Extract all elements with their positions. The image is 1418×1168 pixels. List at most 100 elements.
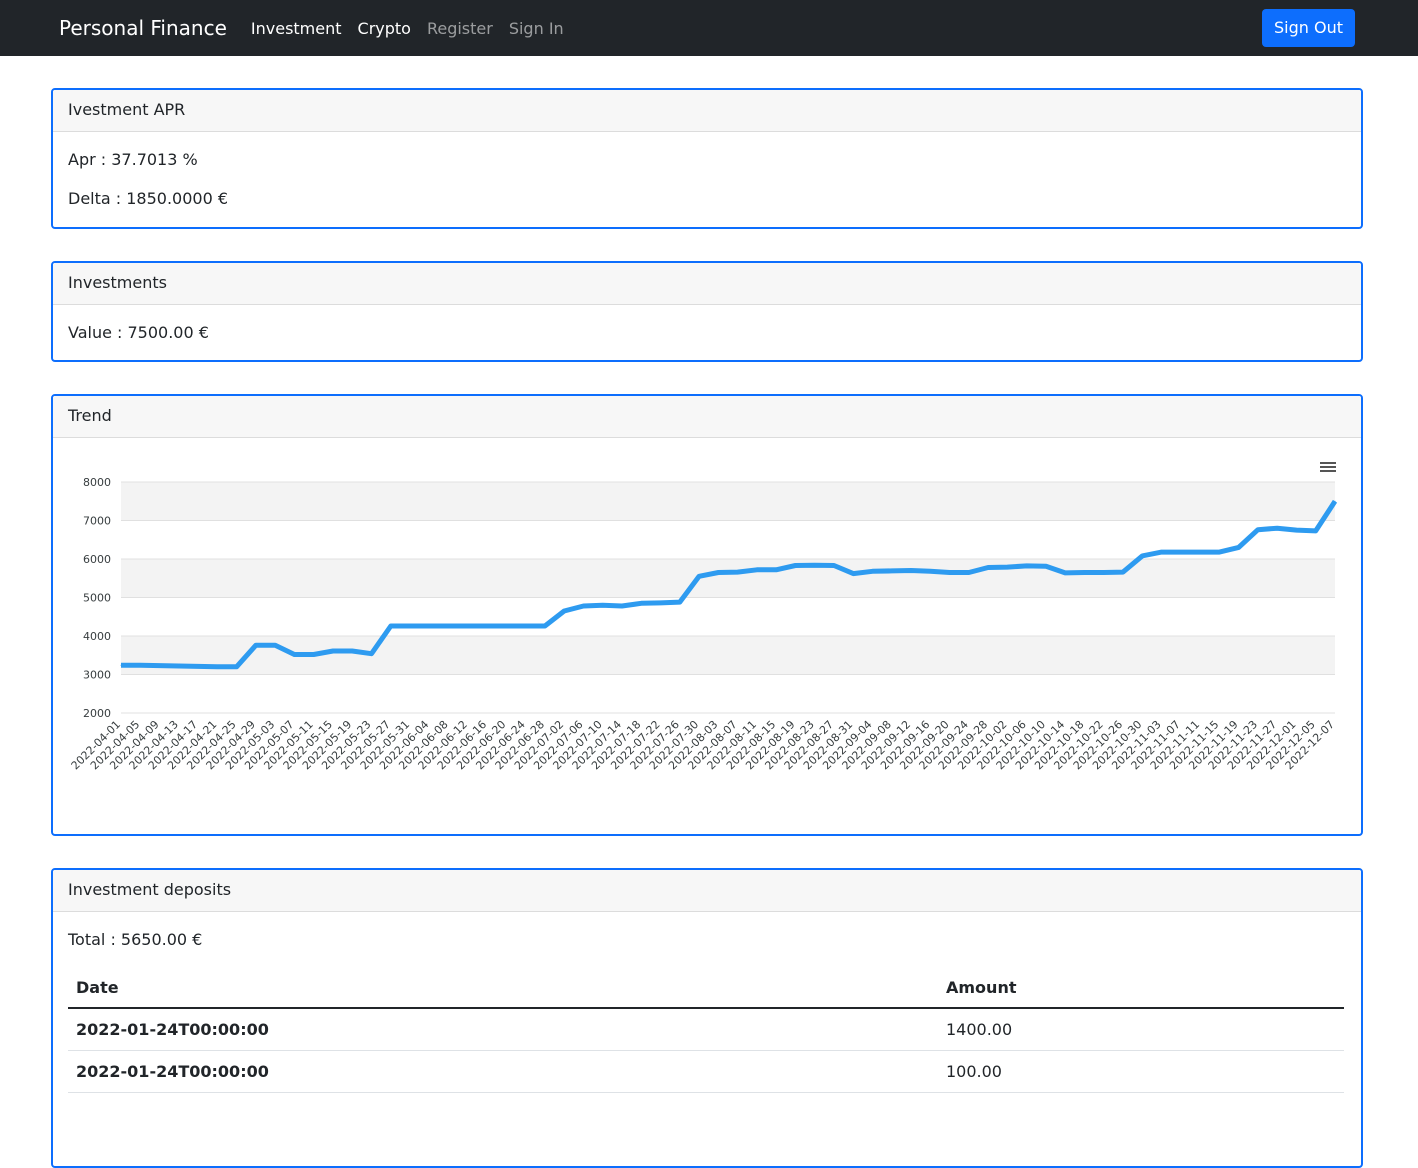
column-header-amount[interactable]: Amount	[938, 967, 1344, 1009]
data-point	[1006, 566, 1008, 568]
data-point	[660, 602, 662, 604]
data-point	[1295, 529, 1297, 531]
deposits-card: Investment deposits Total : 5650.00 € Da…	[51, 868, 1363, 1168]
data-point	[486, 625, 488, 627]
data-point	[987, 566, 989, 568]
y-tick-label: 7000	[83, 515, 111, 528]
data-point	[428, 625, 430, 627]
data-point	[1238, 546, 1240, 548]
chart-grid	[121, 481, 1335, 714]
data-point	[1141, 555, 1143, 557]
data-point	[351, 650, 353, 652]
data-point	[698, 575, 700, 577]
nav-link-sign-in[interactable]: Sign In	[509, 19, 564, 38]
deposits-card-title: Investment deposits	[53, 870, 1361, 912]
data-point	[409, 625, 411, 627]
data-point	[236, 666, 238, 668]
data-point	[814, 564, 816, 566]
nav-link-investment[interactable]: Investment	[251, 19, 342, 38]
data-point	[159, 665, 161, 667]
data-point	[293, 653, 295, 655]
data-point	[390, 625, 392, 627]
data-point	[737, 571, 739, 573]
data-point	[313, 653, 315, 655]
data-point	[621, 605, 623, 607]
chart-x-axis: 2022-04-012022-04-052022-04-092022-04-13…	[69, 718, 1337, 772]
data-point	[602, 604, 604, 606]
investments-card: Investments Value : 7500.00 €	[51, 261, 1363, 362]
investments-value: Value : 7500.00 €	[68, 323, 209, 342]
y-tick-label: 6000	[83, 553, 111, 566]
data-point	[1161, 551, 1163, 553]
apr-card: Ivestment APR Apr : 37.7013 % Delta : 18…	[51, 88, 1363, 229]
deposits-table: Date Amount 2022-01-24T00:00:00 1400.00 …	[68, 967, 1344, 1093]
data-point	[756, 569, 758, 571]
grid-band	[121, 482, 1335, 521]
data-point	[1103, 571, 1105, 573]
chart-menu-icon[interactable]	[1320, 462, 1336, 472]
top-navbar: Personal Finance Investment Crypto Regis…	[0, 0, 1418, 56]
data-point	[505, 625, 507, 627]
table-row: 2022-01-24T00:00:00 1400.00	[68, 1008, 1344, 1051]
investments-card-title: Investments	[53, 263, 1361, 305]
data-point	[640, 602, 642, 604]
data-point	[1083, 571, 1085, 573]
chart-y-axis: 2000 3000 4000 5000 6000 7000 8000	[83, 476, 111, 720]
row-amount: 1400.00	[938, 1008, 1344, 1051]
data-point	[1180, 551, 1182, 553]
apr-value: Apr : 37.7013 %	[68, 150, 198, 169]
sign-out-button[interactable]: Sign Out	[1262, 9, 1355, 47]
data-point	[1122, 571, 1124, 573]
data-point	[833, 565, 835, 567]
grid-band	[121, 597, 1335, 636]
data-point	[1334, 500, 1336, 502]
y-tick-label: 3000	[83, 669, 111, 682]
data-point	[178, 665, 180, 667]
data-point	[1257, 529, 1259, 531]
data-point	[448, 625, 450, 627]
brand-title[interactable]: Personal Finance	[59, 16, 227, 40]
data-point	[872, 570, 874, 572]
data-point	[775, 569, 777, 571]
data-point	[1218, 551, 1220, 553]
data-point	[139, 664, 141, 666]
data-point	[332, 650, 334, 652]
data-point	[1315, 530, 1317, 532]
y-tick-label: 2000	[83, 707, 111, 720]
nav-link-crypto[interactable]: Crypto	[358, 19, 411, 38]
apr-card-body: Apr : 37.7013 % Delta : 1850.0000 €	[53, 150, 1361, 208]
data-point	[1064, 572, 1066, 574]
data-point	[1026, 565, 1028, 567]
data-point	[371, 653, 373, 655]
apr-card-title: Ivestment APR	[53, 90, 1361, 132]
trend-chart: 2000 3000 4000 5000 6000 7000 8000 2022-04-012…	[69, 462, 1337, 772]
data-point	[525, 625, 527, 627]
nav-link-register[interactable]: Register	[427, 19, 493, 38]
delta-value: Delta : 1850.0000 €	[68, 189, 229, 208]
data-point	[274, 644, 276, 646]
data-point	[216, 666, 218, 668]
y-tick-label: 5000	[83, 592, 111, 605]
row-date: 2022-01-24T00:00:00	[68, 1050, 938, 1093]
data-point	[891, 570, 893, 572]
investments-card-body: Value : 7500.00 €	[53, 323, 1361, 342]
data-point	[929, 570, 931, 572]
deposits-total: Total : 5650.00 €	[68, 930, 203, 949]
row-amount: 100.00	[938, 1050, 1344, 1093]
column-header-date[interactable]: Date	[68, 967, 938, 1009]
table-header-row: Date Amount	[68, 967, 1344, 1009]
data-point	[120, 664, 122, 666]
data-point	[1199, 551, 1201, 553]
row-date: 2022-01-24T00:00:00	[68, 1008, 938, 1051]
data-point	[1276, 527, 1278, 529]
grid-band	[121, 674, 1335, 713]
data-point	[717, 571, 719, 573]
deposits-card-body: Total : 5650.00 € Date Amount 2022-01-24…	[53, 930, 1361, 1093]
data-point	[910, 570, 912, 572]
data-point	[582, 605, 584, 607]
data-point	[1045, 565, 1047, 567]
data-point	[544, 625, 546, 627]
data-point	[197, 665, 199, 667]
y-tick-label: 4000	[83, 630, 111, 643]
trend-card: Trend 2000 3000 4000 5000 6000 7000 8000 2022-…	[51, 394, 1363, 836]
